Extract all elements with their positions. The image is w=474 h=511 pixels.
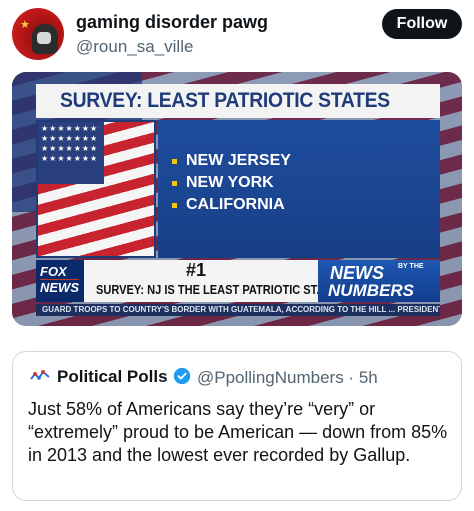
post-media-image[interactable]: SURVEY: LEAST PATRIOTIC STATES ★★★★★★★★★…: [12, 72, 462, 326]
verified-badge-icon: [173, 367, 191, 385]
bullet-icon: [172, 202, 177, 208]
quoted-post-text: Just 58% of Americans say they’re “very”…: [28, 399, 448, 465]
lower-third-banner: FOX NEWS #1 SURVEY: NJ IS THE LEAST PATR…: [36, 260, 440, 302]
quoted-post-card[interactable]: Political Polls @PpollingNumbers · 5h Ju…: [12, 351, 462, 501]
author-display-name[interactable]: gaming disorder pawg: [76, 12, 268, 33]
american-flag-image: ★★★★★★★★★★★★★★★★★★★★★★★★★★★★: [36, 120, 156, 258]
fox-logo-top: FOX: [40, 264, 67, 279]
bullet-icon: [172, 180, 177, 186]
author-handle[interactable]: @roun_sa_ville: [76, 37, 193, 57]
lower-third-headline: SURVEY: NJ IS THE LEAST PATRIOTIC STATE: [96, 282, 338, 297]
state-label: NEW JERSEY: [186, 152, 291, 169]
states-list-panel: NEW JERSEY NEW YORK CALIFORNIA: [158, 120, 440, 258]
state-item: NEW JERSEY: [172, 150, 291, 172]
follow-button[interactable]: Follow: [382, 9, 462, 39]
segment-logo-bottom: NUMBERS: [328, 281, 414, 300]
state-label: NEW YORK: [186, 174, 274, 191]
news-by-the-numbers-logo: NEWS BY THE NUMBERS: [318, 260, 440, 302]
flag-stars-icon: ★★★★★★★★★★★★★★★★★★★★★★★★★★★★: [41, 124, 99, 163]
quoted-author-name[interactable]: Political Polls: [57, 367, 168, 387]
graphic-title-bar: SURVEY: LEAST PATRIOTIC STATES: [36, 84, 440, 118]
flag-canton: ★★★★★★★★★★★★★★★★★★★★★★★★★★★★: [38, 122, 104, 184]
graphic-title: SURVEY: LEAST PATRIOTIC STATES: [60, 89, 390, 112]
news-ticker: GUARD TROOPS TO COUNTRY'S BORDER WITH GU…: [36, 304, 440, 316]
political-polls-logo-icon: [30, 370, 50, 380]
quoted-author-handle-time[interactable]: @PpollingNumbers · 5h: [197, 368, 378, 388]
fox-logo-bottom: NEWS: [40, 279, 79, 295]
rank-label: #1: [186, 260, 207, 280]
state-item: CALIFORNIA: [172, 194, 291, 216]
author-avatar[interactable]: ★: [12, 8, 64, 60]
bullet-icon: [172, 158, 177, 164]
fox-news-logo: FOX NEWS: [36, 260, 84, 302]
avatar-face: [37, 32, 51, 44]
state-label: CALIFORNIA: [186, 196, 285, 213]
star-icon: ★: [20, 18, 30, 31]
segment-logo-by: BY THE: [398, 263, 424, 270]
state-item: NEW YORK: [172, 172, 291, 194]
